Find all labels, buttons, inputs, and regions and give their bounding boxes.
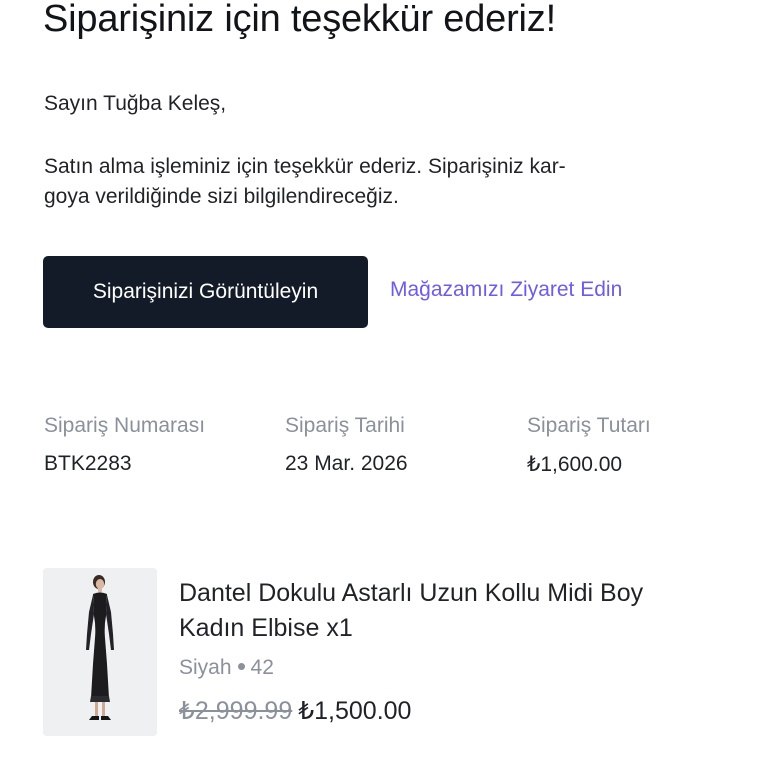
order-number-value: BTK2283 bbox=[44, 452, 132, 475]
product-variant: Siyah 42 bbox=[179, 656, 739, 680]
product-image[interactable] bbox=[43, 568, 157, 736]
order-total-label: Sipariş Tutarı bbox=[527, 414, 651, 437]
product-name-line: Dantel Dokulu Astarlı Uzun Kollu Midi Bo… bbox=[179, 579, 644, 607]
order-confirmation-email: Siparişiniz için teşekkür ederiz! Sayın … bbox=[0, 0, 768, 768]
order-total-value: ₺1,600.00 bbox=[527, 453, 623, 476]
greeting: Sayın Tuğba Keleş, bbox=[44, 92, 227, 115]
original-price: ₺2,999.99 bbox=[179, 697, 293, 725]
product-name-line: Kadın Elbise x1 bbox=[179, 614, 353, 642]
order-date-value: 23 Mar. 2026 bbox=[285, 452, 408, 475]
product-details: Dantel Dokulu Astarlı Uzun Kollu Midi Bo… bbox=[179, 576, 739, 726]
product-name[interactable]: Dantel Dokulu Astarlı Uzun Kollu Midi Bo… bbox=[179, 576, 739, 646]
page-title: Siparişiniz için teşekkür ederiz! bbox=[43, 0, 556, 40]
message-line: Satın alma işleminiz için teşekkür ederi… bbox=[44, 155, 566, 178]
order-total: Sipariş Tutarı ₺1,600.00 bbox=[527, 414, 651, 477]
visit-store-link[interactable]: Mağazamızı Ziyaret Edin bbox=[390, 278, 622, 302]
product-size: 42 bbox=[250, 656, 274, 679]
confirmation-message: Satın alma işleminiz için teşekkür ederi… bbox=[44, 152, 704, 212]
product-color: Siyah bbox=[179, 656, 232, 679]
dress-model-illustration bbox=[43, 568, 157, 736]
sale-price: ₺1,500.00 bbox=[298, 697, 412, 725]
order-number-label: Sipariş Numarası bbox=[44, 414, 206, 437]
separator-dot bbox=[237, 663, 245, 671]
message-line: goya verildiğinde sizi bilgilendireceğiz… bbox=[44, 185, 399, 208]
order-date: Sipariş Tarihi 23 Mar. 2026 bbox=[285, 414, 408, 476]
order-date-label: Sipariş Tarihi bbox=[285, 414, 405, 437]
view-order-button[interactable]: Siparişinizi Görüntüleyin bbox=[43, 256, 368, 328]
product-prices: ₺2,999.99 ₺1,500.00 bbox=[179, 696, 739, 726]
order-number: Sipariş Numarası BTK2283 bbox=[44, 414, 205, 476]
